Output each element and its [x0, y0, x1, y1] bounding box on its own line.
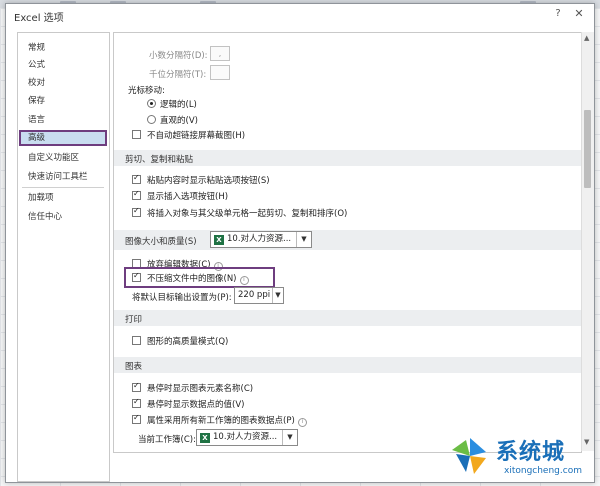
- cursor-movement-label: 光标移动:: [128, 86, 165, 96]
- logical-label: 逻辑的(L): [160, 100, 197, 110]
- nav-item-trust-center[interactable]: 信任中心: [20, 210, 106, 224]
- no-autohyperlink-checkbox[interactable]: [132, 130, 141, 139]
- cut-copy-paste-section: 剪切、复制和粘贴: [114, 150, 581, 166]
- current-workbook-label: 当前工作簿(C):: [138, 435, 196, 445]
- thousands-separator-label: 千位分隔符(T):: [149, 70, 207, 80]
- nav-item-customize-ribbon[interactable]: 自定义功能区: [20, 151, 106, 165]
- move-objects-checkbox[interactable]: [132, 206, 141, 217]
- section-heading: 打印: [125, 315, 143, 325]
- watermark-name: 系统城: [496, 440, 566, 465]
- excel-options-dialog: Excel 选项 ? ✕ 常规 公式 校对 保存 语言 高级 自定义功能区 快速…: [5, 3, 595, 483]
- dialog-title: Excel 选项: [14, 13, 64, 24]
- info-icon: i: [239, 276, 249, 285]
- watermark-logo-icon: [452, 438, 486, 474]
- default-output-value: 220 ppi: [238, 290, 271, 300]
- nav-item-quick-access-toolbar[interactable]: 快速访问工具栏: [20, 170, 106, 184]
- decimal-separator-label: 小数分隔符(D):: [149, 51, 208, 61]
- show-insert-options-label: 显示插入选项按钮(H): [147, 192, 229, 202]
- nav-item-addins[interactable]: 加载项: [20, 191, 106, 205]
- no-autohyperlink-label: 不自动超链接屏幕截图(H): [147, 131, 246, 141]
- dialog-titlebar: Excel 选项 ? ✕: [6, 4, 594, 26]
- section-heading: 图像大小和质量(S): [125, 237, 197, 247]
- nav-divider: [22, 187, 104, 188]
- help-button[interactable]: ?: [551, 7, 565, 21]
- nav-item-proofing[interactable]: 校对: [20, 76, 106, 90]
- chevron-down-icon: ▼: [282, 430, 297, 445]
- print-section: 打印: [114, 310, 581, 326]
- logical-radio[interactable]: [147, 99, 156, 108]
- scrollbar-thumb[interactable]: [584, 110, 591, 188]
- watermark: 系统城 xitongcheng.com: [446, 432, 596, 484]
- image-size-quality-section: 图像大小和质量(S): [114, 230, 581, 250]
- current-workbook-value: 10.对人力资源...: [213, 432, 278, 442]
- scroll-up-icon[interactable]: ▲: [584, 34, 589, 42]
- nav-item-language[interactable]: 语言: [20, 113, 106, 127]
- current-workbook-select[interactable]: X 10.对人力资源... ▼: [196, 429, 298, 446]
- content-scrollbar[interactable]: ▲ ▼: [581, 32, 594, 451]
- no-compress-images-label: 不压缩文件中的图像(N) i: [147, 272, 249, 285]
- show-data-point-values-checkbox[interactable]: [132, 397, 141, 408]
- high-quality-graphics-checkbox[interactable]: [132, 336, 141, 345]
- visual-label: 直观的(V): [160, 116, 198, 126]
- nav-item-general[interactable]: 常规: [20, 41, 106, 55]
- nav-item-save[interactable]: 保存: [20, 94, 106, 108]
- default-output-select[interactable]: 220 ppi ▼: [234, 287, 284, 304]
- section-heading: 剪切、复制和粘贴: [125, 155, 194, 165]
- close-button[interactable]: ✕: [572, 7, 586, 21]
- show-paste-options-label: 粘贴内容时显示粘贴选项按钮(S): [147, 176, 270, 186]
- no-compress-images-checkbox[interactable]: [132, 271, 141, 282]
- info-icon: i: [297, 418, 307, 427]
- image-workbook-select[interactable]: X 10.对人力资源... ▼: [210, 231, 312, 248]
- properties-follow-label: 属性采用所有新工作簿的图表数据点(P) i: [147, 414, 307, 427]
- excel-file-icon: X: [214, 235, 224, 245]
- default-output-label: 将默认目标输出设置为(P):: [132, 293, 232, 303]
- show-paste-options-checkbox[interactable]: [132, 173, 141, 184]
- move-objects-label: 将插入对象与其父级单元格一起剪切、复制和排序(O): [147, 209, 348, 219]
- nav-item-advanced[interactable]: 高级: [19, 130, 107, 146]
- show-insert-options-checkbox[interactable]: [132, 189, 141, 200]
- chart-section: 图表: [114, 357, 581, 373]
- options-nav: 常规 公式 校对 保存 语言 高级 自定义功能区 快速访问工具栏 加载项 信任中…: [17, 32, 110, 482]
- excel-file-icon: X: [200, 433, 210, 443]
- decimal-separator-input[interactable]: ,: [210, 46, 230, 61]
- chevron-down-icon: ▼: [272, 288, 283, 303]
- image-workbook-value: 10.对人力资源...: [227, 234, 292, 244]
- nav-item-formulas[interactable]: 公式: [20, 58, 106, 72]
- show-element-names-checkbox[interactable]: [132, 381, 141, 392]
- section-heading: 图表: [125, 362, 143, 372]
- thousands-separator-input[interactable]: [210, 65, 230, 80]
- show-element-names-label: 悬停时显示图表元素名称(C): [147, 384, 254, 394]
- advanced-options-panel: 小数分隔符(D): , 千位分隔符(T): 光标移动: 逻辑的(L) 直观的(V…: [113, 32, 582, 453]
- show-data-point-values-label: 悬停时显示数据点的值(V): [147, 400, 245, 410]
- visual-radio[interactable]: [147, 115, 156, 124]
- properties-follow-checkbox[interactable]: [132, 413, 141, 424]
- chevron-down-icon: ▼: [296, 232, 311, 247]
- high-quality-graphics-label: 图形的高质量模式(Q): [147, 337, 229, 347]
- watermark-url: xitongcheng.com: [504, 466, 582, 476]
